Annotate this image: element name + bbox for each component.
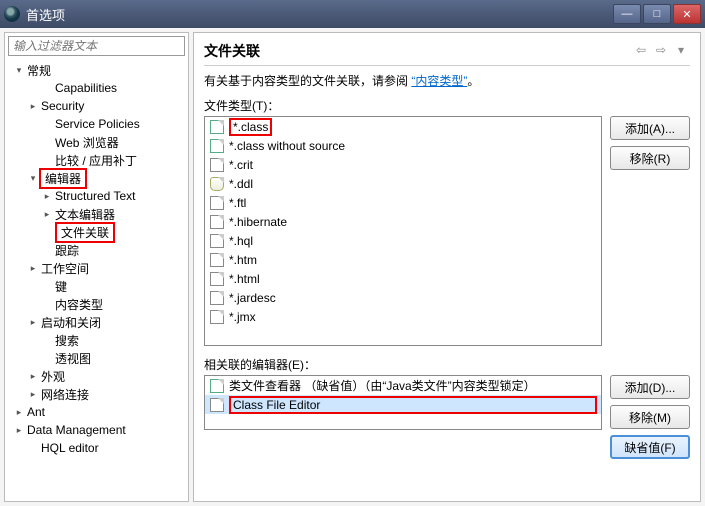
nav-forward-icon[interactable]: ⇨ (652, 43, 670, 59)
content-panel: 文件关联 ⇦ ⇨ ▾ 有关基于内容类型的文件关联，请参阅 “内容类型”。 文件类… (193, 32, 701, 502)
file-type-label: *.class without source (229, 139, 345, 153)
default-button[interactable]: 缺省值(F) (610, 435, 690, 459)
file-types-label: 文件类型(T)： (204, 97, 690, 114)
tree-keys[interactable]: 键 (9, 277, 188, 295)
tree-text-editors[interactable]: ▸文本编辑器 (9, 205, 188, 223)
file-type-label: *.hql (229, 234, 253, 248)
file-type-item[interactable]: *.htm (205, 250, 601, 269)
file-type-item[interactable]: *.class without source (205, 136, 601, 155)
h-file-icon (209, 271, 225, 287)
file-type-label: *.html (229, 272, 260, 286)
file-types-list[interactable]: *.class *.class without source *.crit *.ddl… (204, 116, 602, 346)
content-types-link[interactable]: “内容类型” (411, 74, 467, 88)
f-file-icon (209, 309, 225, 325)
description: 有关基于内容类型的文件关联，请参阅 “内容类型”。 (204, 72, 690, 89)
tree-appearance[interactable]: ▸外观 (9, 367, 188, 385)
file-type-item[interactable]: *.class (205, 117, 601, 136)
tree-hql-editor[interactable]: HQL editor (9, 439, 188, 457)
maximize-button[interactable]: □ (643, 4, 671, 24)
tree-startup-shutdown[interactable]: ▸启动和关闭 (9, 313, 188, 331)
file-type-item[interactable]: *.jmx (205, 307, 601, 326)
file-type-item[interactable]: *.jardesc (205, 288, 601, 307)
h-file-icon (209, 252, 225, 268)
f-file-icon (209, 195, 225, 211)
tree-ant[interactable]: ▸Ant (9, 403, 188, 421)
tree-general[interactable]: ▾常规 (9, 61, 188, 79)
editor-item[interactable]: 类文件查看器 （缺省值）（由“Java类文件”内容类型锁定） (205, 376, 601, 395)
tree-trace[interactable]: 跟踪 (9, 241, 188, 259)
close-button[interactable]: ✕ (673, 4, 701, 24)
tree-structured-text[interactable]: ▸Structured Text (9, 187, 188, 205)
db-file-icon (209, 176, 225, 192)
tree-capabilities[interactable]: Capabilities (9, 79, 188, 97)
tree-workspace[interactable]: ▸工作空间 (9, 259, 188, 277)
j-file-icon (209, 378, 225, 394)
q-file-icon (209, 157, 225, 173)
minimize-button[interactable]: — (613, 4, 641, 24)
remove-editor-button[interactable]: 移除(M) (610, 405, 690, 429)
editor-label: Class File Editor (233, 398, 320, 412)
editors-list[interactable]: 类文件查看器 （缺省值）（由“Java类文件”内容类型锁定） Class File… (204, 375, 602, 430)
c-file-icon (209, 214, 225, 230)
filter-input[interactable] (8, 36, 185, 56)
tree-security[interactable]: ▸Security (9, 97, 188, 115)
tree-editors[interactable]: ▾编辑器 (9, 169, 188, 187)
add-type-button[interactable]: 添加(A)... (610, 116, 690, 140)
file-type-label: *.hibernate (229, 215, 287, 229)
file-type-label: *.ddl (229, 177, 253, 191)
file-type-label: *.ftl (229, 196, 246, 210)
file-type-item[interactable]: *.ftl (205, 193, 601, 212)
editor-item[interactable]: Class File Editor (205, 395, 601, 414)
app-icon (4, 6, 20, 22)
file-type-item[interactable]: *.html (205, 269, 601, 288)
tree-network[interactable]: ▸网络连接 (9, 385, 188, 403)
j-file-icon (209, 119, 225, 135)
editor-label: 类文件查看器 （缺省值）（由“Java类文件”内容类型锁定） (229, 377, 536, 394)
page-title: 文件关联 (204, 41, 632, 61)
left-panel: ▾常规 Capabilities ▸Security Service Polic… (4, 32, 189, 502)
file-type-item[interactable]: *.crit (205, 155, 601, 174)
nav-back-icon[interactable]: ⇦ (632, 43, 650, 59)
file-type-label: *.class (233, 120, 268, 134)
tree-search[interactable]: 搜索 (9, 331, 188, 349)
tree-content-types[interactable]: 内容类型 (9, 295, 188, 313)
tree-data-management[interactable]: ▸Data Management (9, 421, 188, 439)
window-title: 首选项 (26, 5, 613, 24)
preferences-tree[interactable]: ▾常规 Capabilities ▸Security Service Polic… (5, 59, 188, 501)
file-type-label: *.jardesc (229, 291, 276, 305)
jar-file-icon (209, 290, 225, 306)
file-type-item[interactable]: *.hibernate (205, 212, 601, 231)
file-type-item[interactable]: *.hql (205, 231, 601, 250)
tree-web-browser[interactable]: Web 浏览器 (9, 133, 188, 151)
tree-compare-patch[interactable]: 比较 / 应用补丁 (9, 151, 188, 169)
q-file-icon (209, 233, 225, 249)
tree-service-policies[interactable]: Service Policies (9, 115, 188, 133)
tree-file-associations[interactable]: 文件关联 (9, 223, 188, 241)
nav-menu-icon[interactable]: ▾ (672, 43, 690, 59)
editors-label: 相关联的编辑器(E)： (204, 356, 690, 373)
add-editor-button[interactable]: 添加(D)... (610, 375, 690, 399)
c-file-icon (209, 397, 225, 413)
tree-perspectives[interactable]: 透视图 (9, 349, 188, 367)
file-type-label: *.crit (229, 158, 253, 172)
file-type-label: *.htm (229, 253, 257, 267)
j-file-icon (209, 138, 225, 154)
remove-type-button[interactable]: 移除(R) (610, 146, 690, 170)
file-type-label: *.jmx (229, 310, 256, 324)
title-bar: 首选项 — □ ✕ (0, 0, 705, 28)
file-type-item[interactable]: *.ddl (205, 174, 601, 193)
